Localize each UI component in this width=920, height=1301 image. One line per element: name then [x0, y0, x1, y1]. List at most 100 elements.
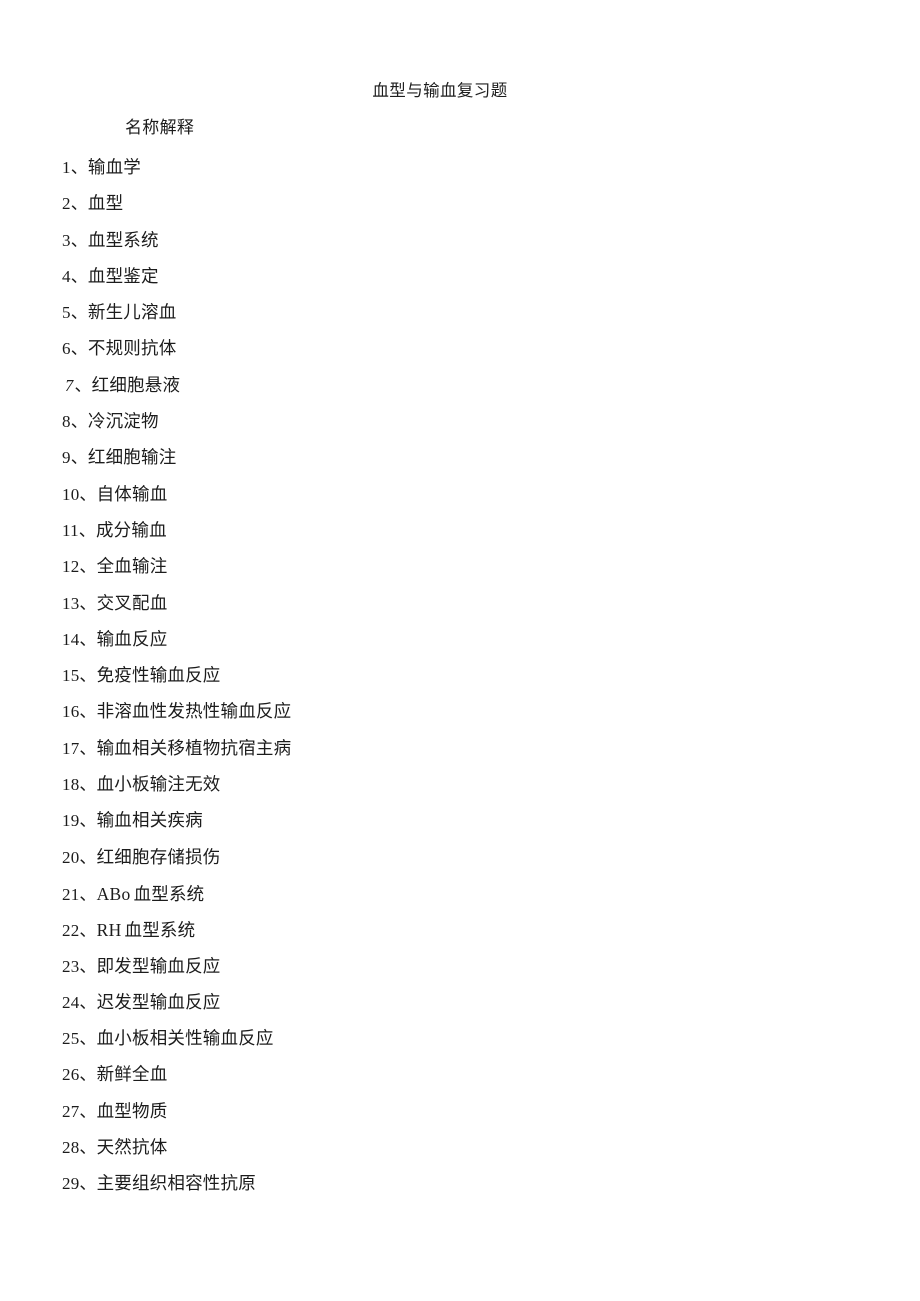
list-item-separator: 、 — [79, 1065, 97, 1086]
list-item-label: 交叉配血 — [96, 593, 168, 614]
list-item: 20、红细胞存储损伤 — [62, 840, 862, 876]
list-item: 27、血型物质 — [62, 1094, 862, 1130]
list-item: 3、血型系统 — [62, 223, 862, 259]
list-item: 16、非溶血性发热性输血反应 — [62, 694, 862, 730]
list-item-separator: 、 — [70, 266, 88, 287]
list-item-number: 17 — [62, 738, 80, 758]
list-item-label: 红细胞输注 — [87, 448, 177, 469]
list-item-separator: 、 — [79, 1029, 97, 1050]
list-item: 18、血小板输注无效 — [62, 767, 862, 803]
list-item: 9、红细胞输注 — [62, 440, 862, 476]
list-item-separator: 、 — [79, 629, 97, 650]
list-item: 21、ABo 血型系统 — [62, 876, 862, 912]
list-item-label: 红细胞存储损伤 — [96, 847, 221, 868]
list-item-number: 25 — [62, 1029, 80, 1049]
list-item: 25、血小板相关性输血反应 — [62, 1021, 862, 1057]
list-item-number: 28 — [62, 1138, 80, 1158]
list-item-label: 血型系统 — [133, 884, 205, 905]
list-item: 6、不规则抗体 — [62, 331, 862, 367]
page-title: 血型与输血复习题 — [372, 81, 508, 100]
list-item-separator: 、 — [79, 738, 97, 759]
list-item: 10、自体输血 — [62, 477, 862, 513]
list-item-number: 9 — [62, 448, 71, 468]
term-list: 1、输血学 2、血型 3、血型系统 4、血型鉴定 5、新生儿溶血 6、不规则抗体 7、红细胞… — [62, 150, 862, 1203]
list-item-number: 15 — [62, 666, 80, 686]
list-item-separator: 、 — [79, 702, 97, 723]
list-item: 2、血型 — [62, 186, 862, 222]
list-item-label: 输血学 — [87, 158, 142, 178]
list-item-label: 即发型输血反应 — [96, 956, 221, 977]
list-item-latin-term: RH — [96, 920, 122, 941]
list-item-number: 23 — [62, 956, 80, 976]
list-item-number: 16 — [62, 702, 80, 722]
list-item-separator: 、 — [79, 884, 97, 905]
list-item-number: 20 — [62, 847, 80, 867]
list-item-label: 血小板相关性输血反应 — [96, 1029, 274, 1050]
section-heading: 名称解释 — [125, 118, 195, 138]
list-item-label: 红细胞悬液 — [91, 375, 181, 396]
list-item-label: 血型 — [87, 194, 124, 215]
list-item-separator: 、 — [79, 1174, 97, 1195]
list-item-number: 8 — [62, 412, 71, 432]
list-item-number: 6 — [62, 339, 71, 359]
list-item-number: 29 — [62, 1174, 80, 1194]
list-item-label: 全血输注 — [96, 557, 168, 578]
list-item-number: 26 — [62, 1065, 80, 1085]
list-item: 5、新生儿溶血 — [62, 295, 862, 331]
list-item: 29、主要组织相容性抗原 — [62, 1166, 862, 1202]
list-item: 1、输血学 — [62, 150, 862, 186]
list-item-label: 输血相关移植物抗宿主病 — [96, 738, 292, 759]
list-item-separator: 、 — [79, 484, 97, 505]
list-item-number: 27 — [62, 1101, 80, 1121]
list-item-number: 19 — [62, 811, 80, 831]
list-item-number: 18 — [62, 775, 80, 795]
list-item-number: 22 — [62, 921, 80, 941]
list-item: 26、新鲜全血 — [62, 1057, 862, 1093]
list-item-label: 新鲜全血 — [96, 1065, 168, 1086]
list-item-number: 24 — [62, 992, 80, 1012]
list-item-separator: 、 — [70, 230, 88, 251]
list-item: 15、免疫性输血反应 — [62, 658, 862, 694]
list-item-separator: 、 — [70, 303, 88, 324]
list-item: 28、天然抗体 — [62, 1130, 862, 1166]
list-item-label: 主要组织相容性抗原 — [96, 1174, 256, 1195]
list-item-separator: 、 — [70, 158, 88, 178]
list-item-label: 血型系统 — [124, 921, 196, 942]
list-item: 12、全血输注 — [62, 549, 862, 585]
list-item-number: 11 — [62, 520, 79, 540]
list-item: 17、输血相关移植物抗宿主病 — [62, 731, 862, 767]
list-item-latin-term: ABo — [96, 883, 131, 904]
list-item-separator: 、 — [70, 194, 88, 215]
list-item-label: 免疫性输血反应 — [96, 666, 221, 687]
list-item-number: 2 — [62, 194, 71, 214]
list-item-number: 7 — [65, 375, 74, 395]
list-item-separator: 、 — [79, 847, 97, 868]
list-item-label: 非溶血性发热性输血反应 — [96, 702, 292, 723]
list-item: 8、冷沉淀物 — [62, 404, 862, 440]
list-item: 22、RH 血型系统 — [62, 912, 862, 948]
list-item: 19、输血相关疾病 — [62, 803, 862, 839]
list-item: 14、输血反应 — [62, 622, 862, 658]
list-item-separator: 、 — [79, 557, 97, 578]
list-item-separator: 、 — [79, 921, 97, 942]
list-item-label: 天然抗体 — [96, 1138, 168, 1159]
document-page: 血型与输血复习题 名称解释 1、输血学 2、血型 3、血型系统 4、血型鉴定 5、新生儿… — [0, 0, 920, 1301]
list-item-separator: 、 — [79, 1138, 97, 1159]
list-item-label: 血型物质 — [96, 1101, 168, 1122]
list-item-separator: 、 — [70, 412, 88, 433]
list-item: 24、迟发型输血反应 — [62, 985, 862, 1021]
list-item-label: 血型鉴定 — [87, 266, 159, 287]
list-item-separator: 、 — [78, 520, 96, 541]
list-item-separator: 、 — [79, 666, 97, 687]
list-item-label: 输血相关疾病 — [96, 811, 203, 832]
list-item-label: 新生儿溶血 — [87, 303, 177, 324]
list-item: 23、即发型输血反应 — [62, 949, 862, 985]
list-item-separator: 、 — [79, 775, 97, 796]
list-item-number: 12 — [62, 557, 80, 577]
list-item-label: 血型系统 — [87, 230, 159, 251]
list-item: 11、成分输血 — [62, 513, 862, 549]
list-item-separator: 、 — [70, 448, 88, 469]
list-item-number: 13 — [62, 593, 80, 613]
list-item-number: 5 — [62, 303, 71, 323]
list-item-separator: 、 — [70, 339, 88, 360]
